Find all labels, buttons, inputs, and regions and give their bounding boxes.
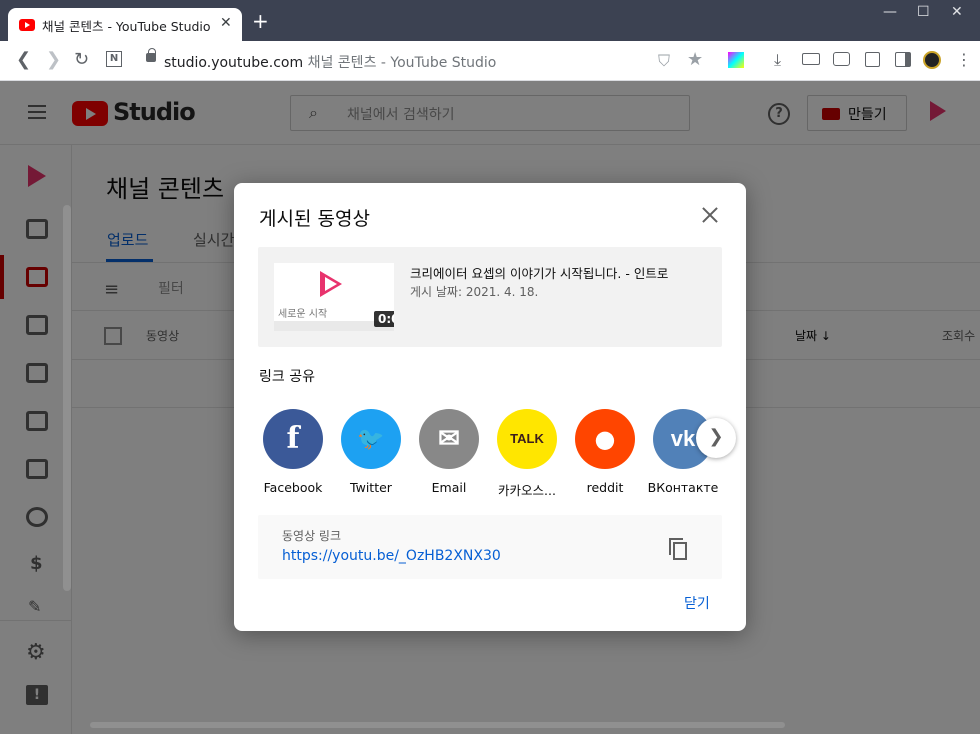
- share-label-0: Facebook: [263, 480, 323, 495]
- share-target-3[interactable]: TALK 카카오스...: [497, 409, 557, 499]
- share-icon-3: TALK: [497, 409, 557, 469]
- share-target-4[interactable]: ● reddit: [575, 409, 635, 495]
- maximize-button[interactable]: ☐: [917, 4, 930, 20]
- url-domain: studio.youtube.com: [164, 55, 304, 71]
- window-close-button[interactable]: ✕: [951, 4, 963, 20]
- video-title: 크리에이터 요셉의 이야기가 시작됩니다. - 인트로: [410, 266, 669, 281]
- profile-avatar[interactable]: [923, 51, 941, 69]
- share-icon-0: f: [263, 409, 323, 469]
- video-publish-date: 게시 날짜: 2021. 4. 18.: [410, 285, 539, 299]
- copy-icon[interactable]: [669, 538, 689, 560]
- pocket-icon[interactable]: ⛉: [658, 51, 670, 71]
- share-icon-4: ●: [575, 409, 635, 469]
- horizontal-scrollbar[interactable]: [90, 722, 785, 728]
- sidebar-scrollbar[interactable]: [63, 205, 71, 591]
- share-label-2: Email: [431, 480, 467, 495]
- share-section-label: 링크 공유: [259, 369, 315, 385]
- video-link-label: 동영상 링크: [282, 529, 342, 543]
- back-icon[interactable]: ❮: [16, 50, 31, 70]
- video-thumbnail[interactable]: 세로운 시작 0:08: [274, 263, 394, 331]
- share-target-1[interactable]: 🐦 Twitter: [341, 409, 401, 495]
- browser-menu-icon[interactable]: ⋮: [956, 50, 972, 70]
- download-icon[interactable]: ⤓: [774, 50, 781, 70]
- share-label-3: 카카오스...: [498, 483, 556, 498]
- new-tab-button[interactable]: +: [252, 11, 269, 31]
- browser-titlebar: 채널 콘텐츠 - YouTube Studio ✕ + — ☐ ✕: [0, 0, 980, 41]
- video-duration-badge: 0:08: [374, 311, 394, 327]
- thumbnail-caption: 세로운 시작: [278, 309, 328, 320]
- share-icon-1: 🐦: [341, 409, 401, 469]
- video-link-box: 동영상 링크 https://youtu.be/_OzHB2XNX30: [258, 515, 722, 579]
- share-icon-2: ✉: [419, 409, 479, 469]
- share-label-4: reddit: [586, 480, 624, 495]
- tab-title: 채널 콘텐츠 - YouTube Studio: [42, 19, 211, 34]
- share-target-2[interactable]: ✉ Email: [419, 409, 479, 495]
- reader-icon[interactable]: [865, 52, 880, 67]
- camera-icon[interactable]: [833, 52, 850, 66]
- bookmark-star-icon[interactable]: ★: [687, 50, 703, 70]
- notion-extension-icon[interactable]: N: [106, 51, 122, 67]
- share-target-0[interactable]: f Facebook: [263, 409, 323, 495]
- lock-icon[interactable]: [146, 48, 156, 62]
- color-picker-extension-icon[interactable]: [728, 52, 744, 68]
- share-label-1: Twitter: [350, 480, 392, 495]
- dialog-title: 게시된 동영상: [259, 208, 370, 230]
- video-card: 세로운 시작 0:08 크리에이터 요셉의 이야기가 시작됩니다. - 인트로 …: [258, 247, 722, 347]
- minimize-button[interactable]: —: [883, 4, 897, 20]
- youtube-favicon-icon: [19, 19, 35, 31]
- thumbnail-logo-icon: [320, 271, 342, 297]
- side-panel-icon[interactable]: [895, 52, 911, 67]
- share-next-chevron-icon[interactable]: ❯: [696, 418, 736, 458]
- tab-close-icon[interactable]: ✕: [220, 15, 232, 31]
- close-button[interactable]: 닫기: [684, 593, 710, 613]
- url-page-title: 채널 콘텐츠 - YouTube Studio: [307, 55, 497, 71]
- address-bar[interactable]: studio.youtube.com 채널 콘텐츠 - YouTube Stud…: [164, 52, 496, 72]
- video-link-url[interactable]: https://youtu.be/_OzHB2XNX30: [282, 548, 501, 564]
- forward-icon[interactable]: ❯: [46, 50, 61, 70]
- close-icon[interactable]: [700, 205, 720, 225]
- published-video-dialog: 게시된 동영상 세로운 시작 0:08 크리에이터 요셉의 이야기가 시작됩니다…: [234, 183, 746, 631]
- share-label-5: ВКонтакте: [647, 480, 719, 495]
- video-capture-icon[interactable]: [802, 53, 820, 65]
- reload-icon[interactable]: ↻: [74, 50, 89, 70]
- browser-tab[interactable]: 채널 콘텐츠 - YouTube Studio ✕: [8, 8, 242, 41]
